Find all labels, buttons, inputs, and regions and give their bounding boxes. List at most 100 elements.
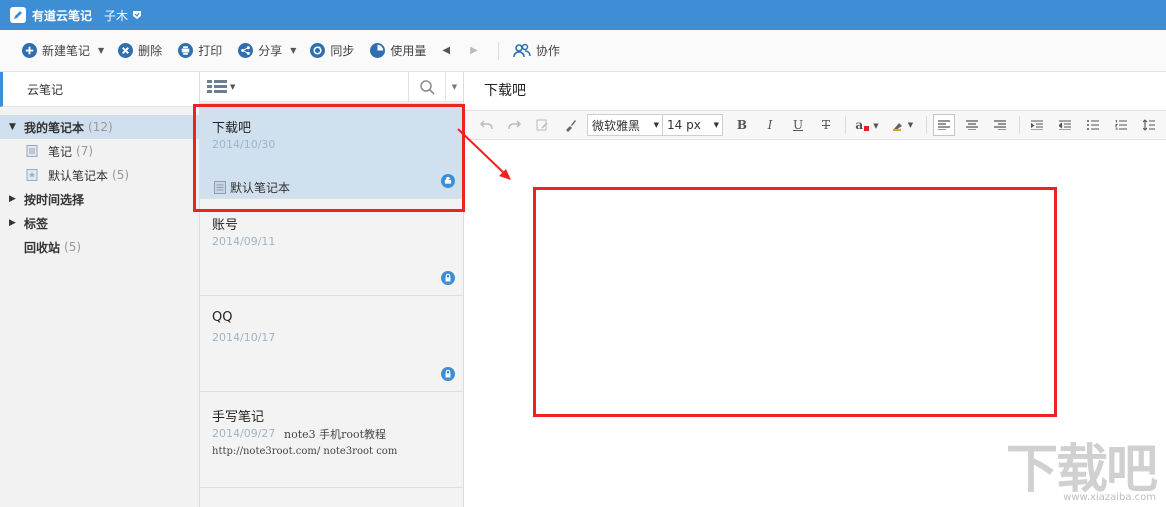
note-item[interactable]: 下载吧 2014/10/30 默认笔记本 — [200, 103, 463, 199]
numbered-list-button[interactable] — [1110, 114, 1132, 136]
sidebar-item-count: (5) — [112, 168, 130, 182]
outdent-icon — [1059, 120, 1071, 130]
bullet-list-button[interactable] — [1082, 114, 1104, 136]
expand-right-icon[interactable]: ▶ — [9, 218, 19, 228]
print-button[interactable]: 打印 — [178, 42, 222, 59]
note-list-header: ▼ ▼ — [200, 72, 463, 102]
title-bar: 有道云笔记 子木 — [0, 0, 1166, 30]
indent-button[interactable] — [1026, 114, 1048, 136]
sidebar-item-label: 回收站 — [24, 240, 61, 255]
toolbar-divider — [926, 116, 927, 134]
font-family-select[interactable]: 微软雅黑 ▼ — [587, 114, 663, 136]
note-date: 2014/10/17 — [212, 331, 276, 344]
sidebar-item-label: 标签 — [24, 216, 49, 231]
italic-button[interactable]: I — [759, 114, 781, 136]
new-note-label: 新建笔记 — [42, 44, 91, 58]
font-family-value: 微软雅黑 — [592, 118, 641, 133]
format-painter-button[interactable] — [559, 114, 581, 136]
watermark-logo: 下载吧 — [1005, 440, 1158, 500]
align-center-button[interactable] — [961, 114, 983, 136]
highlighter-icon — [892, 122, 902, 131]
delete-label: 删除 — [138, 44, 163, 58]
align-left-icon — [938, 120, 950, 130]
format-painter-icon — [565, 119, 576, 132]
chevron-down-icon: ▼ — [873, 120, 879, 130]
note-list: ▼ ▼ 下载吧 2014/10/30 默认笔记本 账号 2014/09/11 Q… — [200, 72, 464, 507]
underline-button[interactable]: U — [787, 114, 809, 136]
notebook-icon — [26, 145, 38, 157]
expand-down-icon[interactable]: ▼ — [9, 122, 19, 132]
sync-icon — [310, 43, 326, 58]
sync-button[interactable]: 同步 — [310, 42, 354, 59]
note-item[interactable]: 账号 2014/09/11 — [200, 200, 463, 296]
sidebar-item-label: 笔记 — [48, 144, 73, 159]
watermark: 下载吧 www.xiazaiba.com — [1005, 440, 1158, 503]
note-date: 2014/09/11 — [212, 235, 276, 248]
note-date: 2014/10/30 — [212, 138, 276, 151]
share-icon — [238, 43, 254, 58]
search-button[interactable] — [408, 72, 444, 102]
delete-button[interactable]: 删除 — [118, 42, 162, 59]
toolbar-divider — [845, 116, 846, 134]
editor-title[interactable]: 下载吧 — [465, 72, 1166, 108]
new-note-button[interactable]: 新建笔记 — [22, 42, 90, 59]
sidebar-item-default-notebook[interactable]: 默认笔记本 (5) — [0, 163, 199, 187]
font-size-select[interactable]: 14 px ▼ — [663, 114, 723, 136]
sidebar-item-label: 我的笔记本 — [24, 120, 85, 135]
clear-format-button[interactable] — [531, 114, 553, 136]
outdent-button[interactable] — [1054, 114, 1076, 136]
note-notebook-label: 默认笔记本 — [230, 181, 291, 195]
chevron-down-icon: ▼ — [713, 121, 719, 129]
note-notebook: 默认笔记本 — [214, 179, 290, 196]
lock-icon[interactable] — [441, 271, 455, 285]
usage-button[interactable]: 使用量 — [370, 42, 426, 59]
highlight-color-button[interactable]: ▼ — [888, 114, 918, 136]
user-name[interactable]: 子木 — [104, 7, 128, 24]
line-spacing-button[interactable] — [1138, 114, 1160, 136]
sidebar-item-by-time[interactable]: ▶ 按时间选择 — [0, 187, 199, 211]
sidebar-item-notes[interactable]: 笔记 (7) — [0, 139, 199, 163]
collab-label: 协作 — [535, 44, 560, 58]
sidebar-header-label: 云笔记 — [27, 82, 64, 97]
sidebar-header[interactable]: 云笔记 — [0, 72, 199, 107]
text-color-button[interactable]: a ▼ — [852, 114, 882, 136]
sort-dropdown-icon[interactable]: ▼ — [445, 72, 463, 102]
print-label: 打印 — [198, 44, 223, 58]
note-title: 账号 — [212, 218, 239, 233]
expand-right-icon[interactable]: ▶ — [9, 194, 19, 204]
share-label: 分享 — [258, 44, 283, 58]
new-note-dropdown-icon[interactable]: ▼ — [98, 46, 104, 55]
note-snippet: note3 手机root教程 — [284, 428, 387, 441]
back-arrow-icon[interactable]: ◀ — [442, 45, 450, 56]
sidebar-item-count: (7) — [76, 144, 94, 158]
usage-pie-icon — [370, 43, 386, 58]
sidebar-item-trash[interactable]: 回收站 (5) — [0, 235, 199, 259]
note-title: 下载吧 — [212, 121, 252, 136]
align-right-icon — [994, 120, 1006, 130]
list-view-icon — [207, 80, 227, 93]
share-button[interactable]: 分享 — [238, 42, 282, 59]
bullet-list-icon — [1087, 120, 1099, 130]
note-date: 2014/09/27 — [212, 427, 276, 440]
view-mode-dropdown-icon: ▼ — [230, 82, 236, 91]
collab-users-icon — [513, 43, 531, 58]
strikethrough-button[interactable]: T — [815, 114, 837, 136]
sidebar: 云笔记 ▼ 我的笔记本 (12) 笔记 (7) 默认笔记本 (5) ▶ 按时间选… — [0, 72, 200, 507]
forward-arrow-icon[interactable]: ▶ — [470, 45, 478, 56]
collab-button[interactable]: 协作 — [513, 42, 560, 59]
share-status-icon[interactable] — [441, 174, 455, 188]
sidebar-item-tags[interactable]: ▶ 标签 — [0, 211, 199, 235]
share-dropdown-icon[interactable]: ▼ — [290, 46, 296, 55]
toolbar-divider — [497, 41, 499, 60]
sidebar-item-my-notebooks[interactable]: ▼ 我的笔记本 (12) — [0, 115, 199, 139]
search-icon — [419, 80, 435, 95]
lock-icon[interactable] — [441, 367, 455, 381]
note-item[interactable]: 手写笔记 2014/09/27 note3 手机root教程 http://no… — [200, 392, 463, 488]
align-left-button[interactable] — [933, 114, 955, 136]
app-title: 有道云笔记 — [32, 8, 93, 23]
view-mode-button[interactable]: ▼ — [207, 80, 235, 93]
bold-button[interactable]: B — [731, 114, 753, 136]
align-right-button[interactable] — [989, 114, 1011, 136]
note-item[interactable]: QQ 2014/10/17 — [200, 296, 463, 392]
annotation-arrow — [457, 128, 511, 180]
